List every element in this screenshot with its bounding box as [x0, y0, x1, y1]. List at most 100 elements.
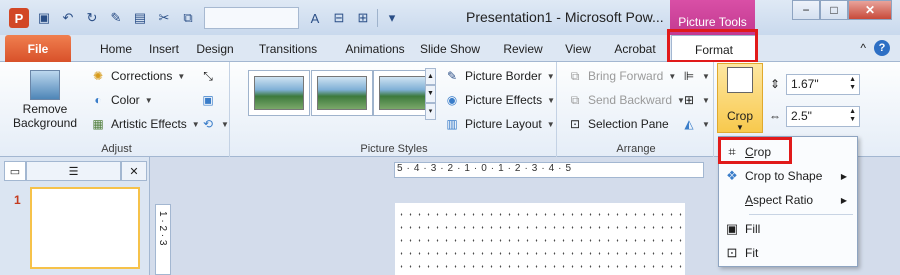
bring-forward-button[interactable]: ⧉ Bring Forward ▼	[567, 68, 677, 84]
gallery-more-icon[interactable]: ▾	[425, 102, 436, 120]
shape-width-value: 2.5"	[791, 109, 812, 123]
undo-icon[interactable]: ↶	[58, 8, 78, 28]
menu-item-crop-to-shape[interactable]: ❖ Crop to Shape ▶	[719, 164, 857, 188]
menu-item-aspect-ratio[interactable]: Aspect Ratio ▶	[719, 188, 857, 212]
remove-background-button[interactable]: Remove Background	[10, 70, 80, 130]
chevron-down-icon: ▼	[144, 95, 153, 105]
maximize-button[interactable]: □	[820, 0, 848, 20]
bring-forward-label: Bring Forward	[588, 69, 664, 83]
window-title: Presentation1 - Microsoft Pow...	[466, 9, 664, 25]
slides-tab[interactable]: ▭	[4, 161, 26, 181]
ribbon-tabs: File Home Insert Design Transitions Anim…	[0, 35, 900, 63]
close-button[interactable]: ✕	[848, 0, 892, 20]
title-bar: P ▣ ↶ ↻ ✎ ▤ ✂ ⧉ A ⊟ ⊞ ▾ Presentation1 - …	[0, 0, 900, 35]
color-button[interactable]: ◐ Color ▼	[90, 92, 153, 108]
crop-icon: ⌗	[728, 144, 736, 159]
format-painter-icon[interactable]: ✎	[106, 8, 126, 28]
tab-view[interactable]: View	[562, 35, 594, 62]
chevron-down-icon: ▼	[221, 119, 229, 129]
redo-icon[interactable]: ↻	[82, 8, 102, 28]
minimize-button[interactable]: −	[792, 0, 820, 20]
change-picture-icon: ▣	[202, 93, 214, 107]
submenu-arrow-icon: ▶	[840, 195, 847, 205]
window-controls: − □ ✕	[792, 0, 892, 20]
group-objects-button[interactable]: ⊞ ▼	[681, 92, 710, 108]
group-adjust: Remove Background ✺ Corrections ▼ ◐ Color…	[4, 62, 230, 157]
height-spinner[interactable]: ▲ ▼	[849, 76, 856, 92]
picture-effects-button[interactable]: ◉ Picture Effects ▼	[444, 92, 555, 108]
width-spinner[interactable]: ▲ ▼	[849, 108, 856, 124]
paste-icon[interactable]: ▤	[130, 8, 150, 28]
cut-icon[interactable]: ✂	[154, 8, 174, 28]
picture-style-thumbnail[interactable]	[311, 70, 373, 116]
tab-insert[interactable]: Insert	[137, 35, 191, 62]
picture-layout-button[interactable]: ▥ Picture Layout ▼	[444, 116, 554, 132]
access-key: A	[745, 193, 754, 207]
tab-transitions[interactable]: Transitions	[250, 35, 326, 62]
customize-qat-icon[interactable]: ▾	[382, 8, 402, 28]
artistic-effects-button[interactable]: ▦ Artistic Effects ▼	[90, 116, 199, 132]
menu-item-crop[interactable]: ⌗ Crop	[719, 140, 857, 164]
corrections-button[interactable]: ✺ Corrections ▼	[90, 68, 185, 84]
tab-review[interactable]: Review	[498, 35, 548, 62]
help-icon[interactable]: ?	[874, 40, 890, 56]
rotate-button[interactable]: ◭ ▼	[681, 116, 710, 132]
qat-separator	[377, 9, 378, 27]
slide[interactable]	[395, 203, 685, 275]
change-picture-button[interactable]: ▣	[200, 92, 216, 108]
copy-icon[interactable]: ⧉	[178, 8, 198, 28]
send-backward-label: Send Backward	[588, 93, 673, 107]
tab-file[interactable]: File	[5, 35, 71, 62]
shape-height-value: 1.67"	[791, 77, 819, 91]
pane-tabs: ▭ ☰ ✕	[4, 161, 147, 181]
gallery-down-icon[interactable]: ▼	[425, 85, 436, 103]
group-picture-styles: ▲ ▼ ▾ ✎ Picture Border ▼ ◉ Picture Effect…	[232, 62, 557, 157]
artistic-effects-icon: ▦	[92, 117, 104, 131]
tab-format[interactable]: Format	[671, 35, 757, 63]
save-icon[interactable]: ▣	[34, 8, 54, 28]
tab-acrobat[interactable]: Acrobat	[608, 35, 662, 62]
powerpoint-app-icon[interactable]: P	[9, 8, 29, 28]
slide-thumbnail[interactable]	[30, 187, 140, 269]
outline-tab[interactable]: ☰	[26, 161, 121, 181]
picture-border-icon: ✎	[446, 69, 458, 83]
minimize-ribbon-icon[interactable]: ^	[860, 41, 866, 55]
shape-height-field[interactable]: 1.67" ▲ ▼	[786, 74, 860, 95]
menu-item-fill[interactable]: ▣ Fill	[719, 217, 857, 241]
chevron-down-icon: ▼	[547, 95, 556, 105]
gallery-up-icon[interactable]: ▲	[425, 68, 436, 86]
picture-effects-label: Picture Effects	[465, 93, 543, 107]
align-button[interactable]: ⊫ ▼	[681, 68, 710, 84]
font-color-icon[interactable]: A	[305, 8, 325, 28]
fit-icon: ⊡	[726, 245, 738, 260]
corrections-icon: ✺	[92, 69, 104, 83]
reset-picture-button[interactable]: ⟲ ▼	[200, 116, 229, 132]
send-backward-icon: ⧉	[570, 92, 580, 107]
compress-icon: ⤡	[203, 68, 213, 83]
help-area: ^ ?	[860, 40, 890, 56]
chevron-down-icon: ▼	[702, 119, 710, 129]
picture-border-button[interactable]: ✎ Picture Border ▼	[444, 68, 555, 84]
shape-width-field[interactable]: 2.5" ▲ ▼	[786, 106, 860, 127]
group-objects-icon: ⊞	[683, 93, 695, 107]
tab-animations[interactable]: Animations	[335, 35, 415, 62]
crop-icon	[727, 67, 753, 93]
selection-pane-button[interactable]: ⊡ Selection Pane	[567, 116, 669, 132]
send-backward-button[interactable]: ⧉ Send Backward ▼	[567, 92, 685, 108]
group-icon[interactable]: ⊞	[353, 8, 373, 28]
artistic-effects-label: Artistic Effects	[111, 117, 187, 131]
menu-item-fit[interactable]: ⊡ Fit	[719, 241, 857, 265]
picture-style-thumbnail[interactable]	[248, 70, 310, 116]
align-icon[interactable]: ⊟	[329, 8, 349, 28]
chevron-down-icon: ▼	[702, 71, 710, 81]
tab-slide-show[interactable]: Slide Show	[418, 35, 482, 62]
chevron-down-icon: ▼	[546, 71, 555, 81]
slide-number: 1	[14, 193, 21, 207]
crop-button[interactable]: Crop ▼	[717, 63, 763, 133]
compress-pictures-button[interactable]: ⤡	[200, 68, 216, 84]
menu-item-label: Aspect Ratio	[745, 193, 813, 207]
qat-font-combo[interactable]	[204, 7, 299, 29]
close-pane-icon[interactable]: ✕	[121, 161, 147, 181]
fill-icon: ▣	[725, 221, 739, 236]
tab-design[interactable]: Design	[189, 35, 241, 62]
